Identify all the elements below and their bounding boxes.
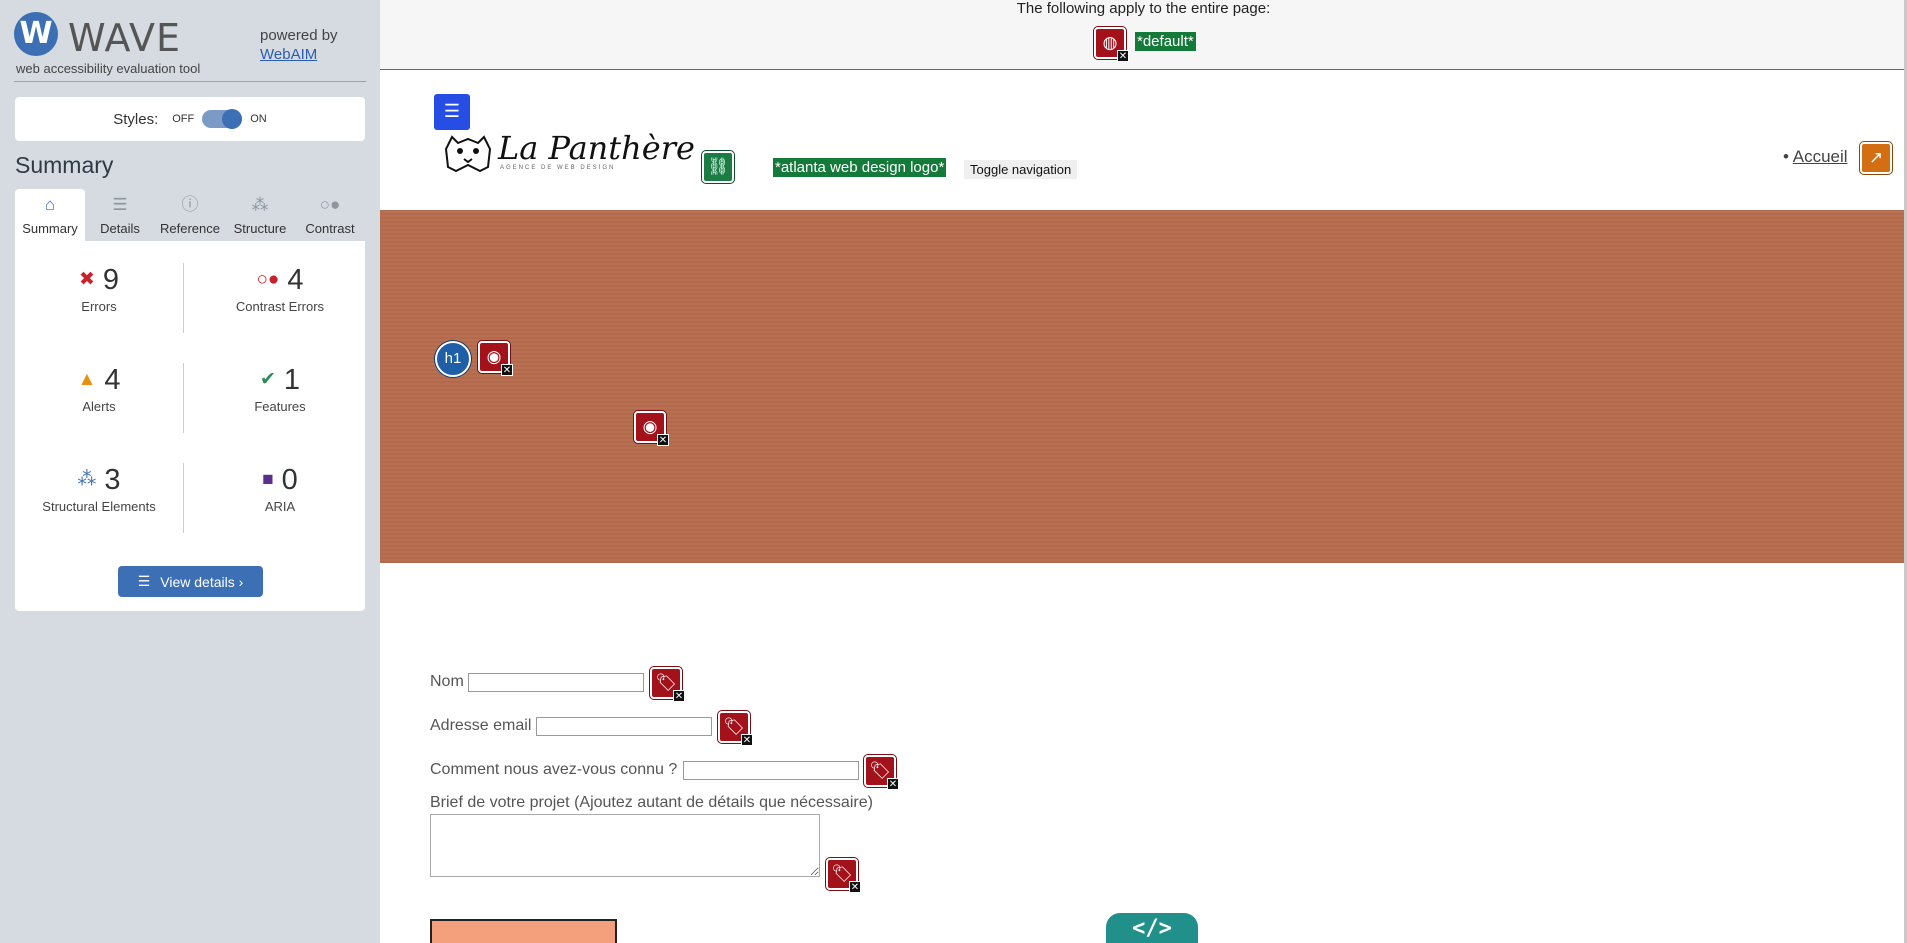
email-input[interactable]	[536, 717, 712, 736]
tab-details[interactable]: ☰ Details	[85, 189, 155, 241]
wave-header: W WAVE web accessibility evaluation tool…	[14, 12, 366, 82]
features-count: 1	[283, 364, 301, 396]
contrast-icon: ○●	[319, 195, 341, 214]
powered-by-text: powered by	[260, 27, 338, 44]
page-level-banner: The following apply to the entire page: …	[380, 0, 1907, 70]
home-icon: ⌂	[44, 195, 56, 214]
structure-icon: ⁂	[77, 469, 97, 490]
submit-button[interactable]	[430, 919, 617, 943]
tab-label: Summary	[22, 221, 78, 236]
brand-name: La Panthère	[498, 129, 695, 167]
divider	[183, 463, 184, 533]
contrast-errors-label: Contrast Errors	[235, 299, 325, 314]
missing-label-error-icon[interactable]: 🏷 ✕	[864, 755, 899, 790]
errors-count: 9	[102, 264, 120, 296]
missing-label-error-icon[interactable]: 🏷 ✕	[718, 711, 753, 746]
linked-image-icon[interactable]: ⛓	[702, 151, 734, 183]
panel-tabs: ⌂ Summary ☰ Details ⓘ Reference ⁂ Struct…	[15, 189, 365, 241]
tab-label: Contrast	[305, 221, 355, 236]
css-icon: ☰	[434, 94, 470, 130]
wave-sidebar: W WAVE web accessibility evaluation tool…	[0, 0, 380, 943]
code-toggle-button[interactable]: </>	[1106, 913, 1198, 943]
stat-structural: ⁂ 3 Structural Elements	[19, 463, 179, 514]
summary-heading: Summary	[15, 152, 114, 178]
aria-label: ARIA	[264, 499, 296, 514]
styles-off-label: OFF	[172, 113, 195, 125]
tab-contrast[interactable]: ○● Contrast	[295, 189, 365, 241]
nav-accueil: • Accueil	[1783, 147, 1848, 166]
divider	[183, 363, 184, 433]
panther-logo-icon	[444, 135, 492, 173]
empty-heading-error-icon[interactable]: ◉ ✕	[634, 411, 669, 446]
aria-count: 0	[281, 464, 298, 496]
errors-label: Errors	[81, 299, 117, 314]
missing-label-error-icon[interactable]: 🏷 ✕	[650, 667, 685, 702]
error-icon: ✖	[78, 269, 95, 290]
structure-icon: ⁂	[251, 195, 269, 214]
list-icon: ☰	[112, 195, 128, 214]
alert-icon: ▲	[77, 369, 97, 390]
styles-toggle-box: Styles: OFF ON	[15, 97, 365, 141]
brief-textarea[interactable]	[430, 814, 820, 877]
alerts-count: 4	[104, 364, 121, 396]
tab-label: Structure	[233, 221, 287, 236]
wave-subtitle: web accessibility evaluation tool	[16, 61, 201, 76]
styles-toggle[interactable]	[202, 109, 243, 129]
summary-panel: ⌂ Summary ☰ Details ⓘ Reference ⁂ Struct…	[15, 189, 365, 611]
hero-section	[380, 210, 1904, 563]
alerts-label: Alerts	[82, 399, 116, 414]
tab-label: Reference	[160, 221, 220, 236]
default-label: *default*	[1135, 32, 1196, 51]
language-error-icon[interactable]: ◍ ✕	[1094, 27, 1129, 62]
structural-count: 3	[104, 464, 121, 496]
divider	[183, 263, 184, 333]
redundant-link-alert-icon[interactable]: ↗	[1860, 142, 1892, 174]
evaluated-page: The following apply to the entire page: …	[380, 0, 1907, 943]
aria-icon: ■	[262, 469, 274, 490]
h1-icon[interactable]: h1	[435, 341, 471, 377]
stat-alerts: ▲ 4 Alerts	[19, 363, 179, 414]
contrast-error-icon: ○●	[256, 269, 280, 290]
logo-alt-label: *atlanta web design logo*	[773, 158, 947, 177]
stat-features: ✔ 1 Features	[200, 363, 360, 414]
styles-label: Styles:	[113, 110, 159, 128]
brief-label: Brief de votre projet (Ajoutez autant de…	[430, 794, 873, 811]
stat-aria: ■ 0 ARIA	[200, 463, 360, 514]
stat-errors: ✖ 9 Errors	[19, 263, 179, 314]
info-icon: ⓘ	[181, 195, 199, 214]
tab-reference[interactable]: ⓘ Reference	[155, 189, 225, 241]
empty-heading-error-icon[interactable]: ◉ ✕	[478, 341, 513, 376]
features-label: Features	[254, 399, 306, 414]
wave-logo-text: WAVE	[68, 16, 182, 60]
wave-logo-icon: W	[14, 12, 58, 56]
styles-on-label: ON	[250, 113, 267, 125]
tab-structure[interactable]: ⁂ Structure	[225, 189, 295, 241]
structural-label: Structural Elements	[42, 499, 156, 514]
missing-label-error-icon[interactable]: 🏷 ✕	[826, 858, 861, 893]
stat-contrast-errors: ○● 4 Contrast Errors	[200, 263, 360, 314]
brand-tagline: AGENCE DE WEB DESIGN	[500, 165, 616, 171]
contrast-errors-count: 4	[287, 264, 304, 296]
tab-label: Details	[100, 221, 140, 236]
toggle-navigation-button[interactable]: Toggle navigation	[964, 160, 1078, 179]
list-icon: ☰	[137, 573, 151, 589]
webaim-link[interactable]: WebAIM	[260, 46, 317, 63]
toggle-knob	[222, 109, 243, 129]
banner-text: The following apply to the entire page:	[1016, 0, 1271, 17]
nom-label: Nom	[430, 673, 464, 690]
nom-input[interactable]	[468, 673, 644, 692]
source-label: Comment nous avez-vous connu ?	[430, 761, 678, 778]
view-details-label: View details ›	[160, 573, 244, 590]
powered-by: powered by WebAIM	[260, 26, 338, 64]
view-details-button[interactable]: ☰ View details ›	[118, 566, 263, 597]
site-brand-logo[interactable]: La Panthère AGENCE DE WEB DESIGN	[442, 129, 695, 179]
tab-summary[interactable]: ⌂ Summary	[15, 189, 85, 241]
email-label: Adresse email	[430, 717, 532, 734]
source-input[interactable]	[683, 761, 859, 780]
feature-check-icon: ✔	[259, 369, 276, 390]
nav-link-accueil[interactable]: Accueil	[1793, 147, 1848, 166]
